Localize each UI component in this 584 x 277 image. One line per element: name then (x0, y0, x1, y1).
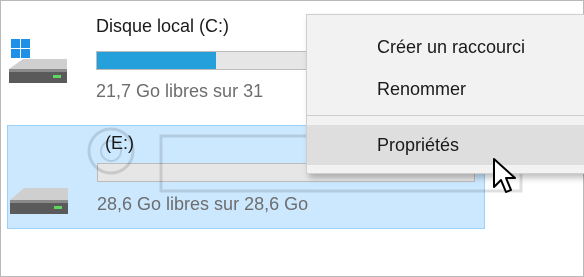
menu-item-rename[interactable]: Renommer (307, 69, 584, 109)
menu-item-label: Renommer (377, 79, 467, 99)
context-menu: Créer un raccourci Renommer Propriétés (306, 14, 584, 174)
hard-drive-icon (10, 188, 68, 214)
menu-item-create-shortcut[interactable]: Créer un raccourci (307, 27, 584, 67)
drive-name: (E:) (105, 133, 134, 153)
hard-drive-windows-icon (9, 39, 67, 83)
menu-item-label: Créer un raccourci (377, 37, 526, 57)
explorer-window: Disque local (C:) 21,7 Go libres sur 31 … (0, 0, 584, 277)
drive-name: Disque local (C:) (96, 16, 230, 36)
menu-item-label: Propriétés (377, 135, 460, 155)
menu-item-properties[interactable]: Propriétés (307, 125, 584, 165)
arrow-cursor-icon (493, 158, 516, 193)
capacity-fill (97, 52, 217, 69)
free-space-text: 21,7 Go libres sur 31 (96, 81, 264, 101)
menu-separator (307, 115, 584, 116)
free-space-text: 28,6 Go libres sur 28,6 Go (97, 194, 309, 214)
